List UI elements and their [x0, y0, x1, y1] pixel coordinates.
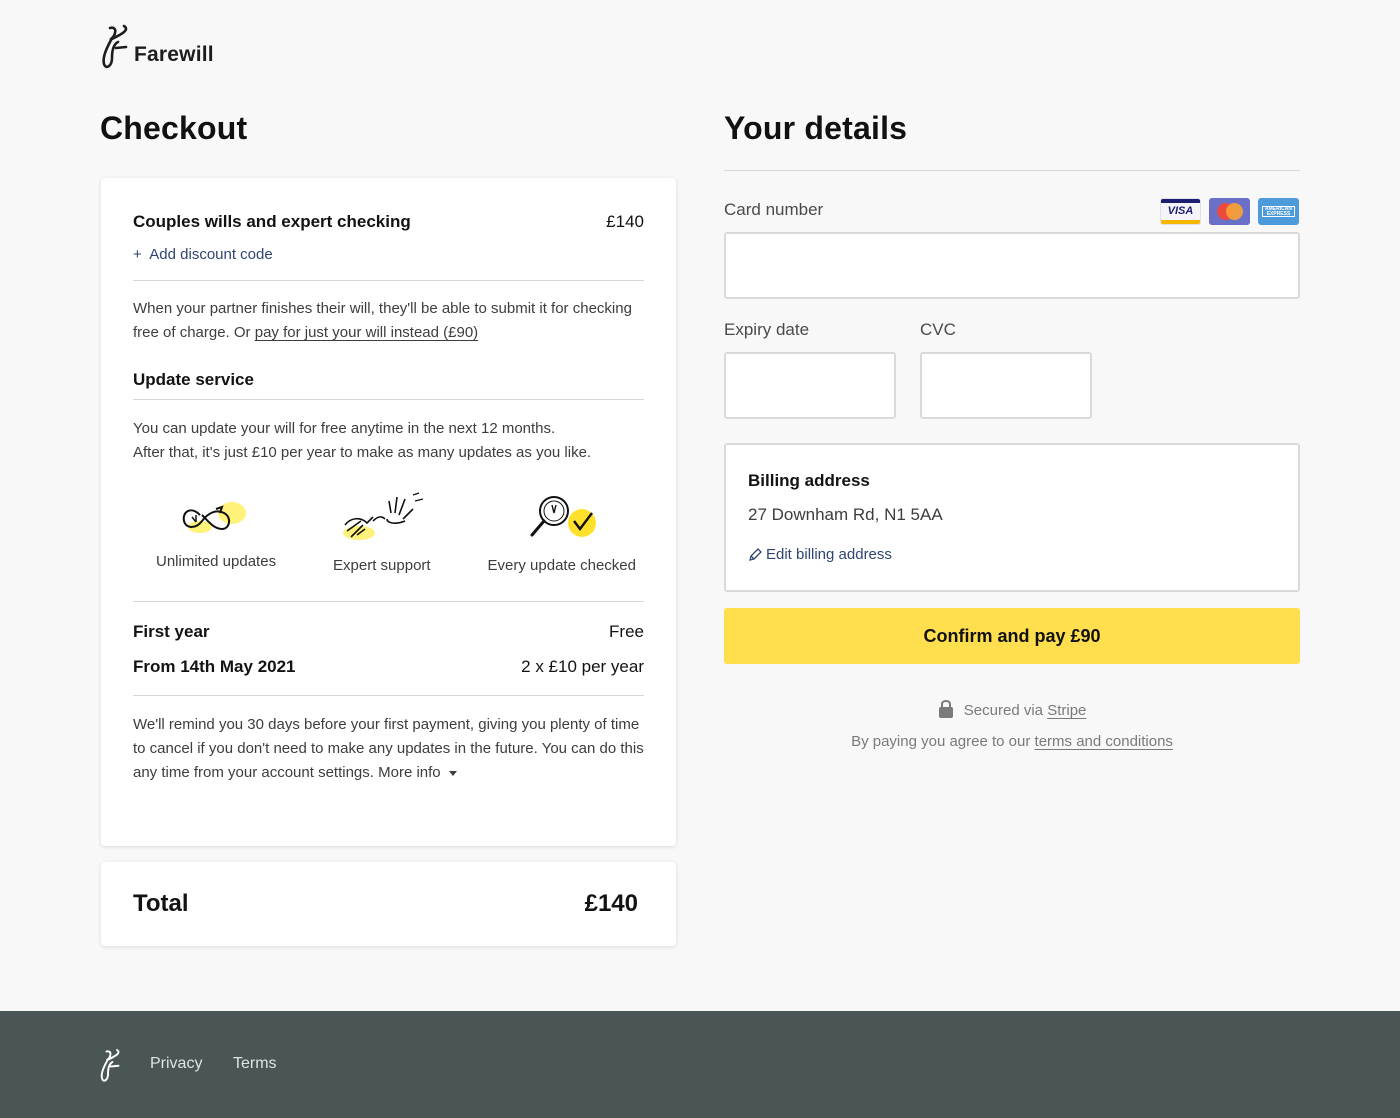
reminder-text: We'll remind you 30 days before your fir… [133, 713, 644, 785]
visa-icon: VISA [1160, 198, 1201, 225]
edit-billing-address-link[interactable]: Edit billing address [748, 546, 1276, 563]
expiry-date-label: Expiry date [724, 320, 810, 339]
pay-single-will-link[interactable]: pay for just your will instead (£90) [255, 324, 478, 341]
from-date-label: From 14th May 2021 [133, 657, 296, 676]
your-details-title: Your details [724, 110, 908, 146]
confirm-and-pay-button[interactable]: Confirm and pay £90 [724, 608, 1300, 664]
billing-address-box: Billing address 27 Downham Rd, N1 5AA Ed… [724, 443, 1300, 592]
divider [133, 280, 644, 281]
order-summary-card: Couples wills and expert checking £140 +… [101, 178, 676, 846]
divider [724, 170, 1300, 171]
divider [133, 695, 644, 696]
cvc-label: CVC [920, 320, 956, 339]
product-row: Couples wills and expert checking £140 [133, 212, 644, 232]
total-label: Total [133, 890, 189, 917]
agree-prefix: By paying you agree to our [851, 733, 1031, 750]
caret-down-icon [448, 770, 457, 776]
add-discount-label: Add discount code [149, 246, 273, 263]
divider [133, 399, 644, 400]
cvc-field[interactable] [920, 352, 1092, 419]
secured-prefix: Secured via [963, 702, 1044, 719]
more-info-toggle[interactable]: More info [378, 764, 457, 781]
feature-label: Expert support [333, 557, 431, 574]
farewill-logo[interactable]: Farewill [100, 22, 214, 70]
farewill-squiggle-logo-icon [102, 24, 128, 69]
billing-address-heading: Billing address [748, 471, 870, 490]
farewill-squiggle-logo-icon[interactable] [98, 1047, 124, 1083]
card-number-label: Card number [724, 200, 824, 219]
feature-label: Unlimited updates [156, 553, 277, 570]
feature-list: Unlimited updates Expert support Every u… [133, 491, 644, 574]
infinity-clock-icon [182, 502, 247, 533]
feature-every-update-checked: Every update checked [488, 491, 636, 574]
footer-terms-link[interactable]: Terms [233, 1055, 277, 1073]
lock-icon [938, 700, 953, 718]
update-line-1: You can update your will for free anytim… [133, 420, 556, 437]
product-price: £140 [606, 212, 644, 231]
total-value: £140 [584, 890, 638, 917]
secured-via-stripe: Secured via Stripe [724, 699, 1300, 719]
billing-address-value: 27 Downham Rd, N1 5AA [748, 505, 943, 524]
mastercard-icon [1209, 198, 1250, 225]
edit-billing-address-label: Edit billing address [766, 546, 892, 563]
plus-icon: + [133, 246, 142, 263]
terms-agreement: By paying you agree to our terms and con… [724, 733, 1300, 750]
first-year-label: First year [133, 622, 210, 641]
magnifier-check-icon [530, 496, 596, 537]
pencil-icon [749, 547, 762, 561]
total-card: Total £140 [101, 862, 676, 946]
checkout-title: Checkout [100, 110, 248, 146]
amex-icon: AMERICAN EXPRESS [1258, 198, 1299, 225]
add-discount-link[interactable]: + Add discount code [133, 246, 644, 263]
first-year-value: Free [609, 622, 644, 641]
from-date-value: 2 x £10 per year [521, 657, 644, 676]
footer: Privacy Terms [0, 1011, 1400, 1118]
feature-expert-support: Expert support [333, 491, 431, 574]
expiry-date-field[interactable] [724, 352, 896, 419]
update-service-description: You can update your will for free anytim… [133, 417, 644, 465]
accepted-cards: VISA AMERICAN EXPRESS [1160, 198, 1299, 225]
card-number-field[interactable] [724, 232, 1300, 299]
more-info-label: More info [378, 764, 441, 781]
brand-name: Farewill [134, 43, 214, 66]
waving-hand-icon [342, 492, 423, 540]
first-year-row: First year Free [133, 622, 644, 642]
terms-and-conditions-link[interactable]: terms and conditions [1035, 733, 1173, 750]
from-date-row: From 14th May 2021 2 x £10 per year [133, 657, 644, 677]
feature-label: Every update checked [487, 557, 636, 574]
partner-note: When your partner finishes their will, t… [133, 297, 644, 345]
footer-privacy-link[interactable]: Privacy [150, 1055, 202, 1073]
product-name: Couples wills and expert checking [133, 212, 411, 231]
stripe-link[interactable]: Stripe [1047, 702, 1086, 719]
update-line-2: After that, it's just £10 per year to ma… [133, 444, 592, 461]
divider [133, 601, 644, 602]
update-service-heading: Update service [133, 370, 254, 389]
feature-unlimited-updates: Unlimited updates [156, 491, 276, 574]
